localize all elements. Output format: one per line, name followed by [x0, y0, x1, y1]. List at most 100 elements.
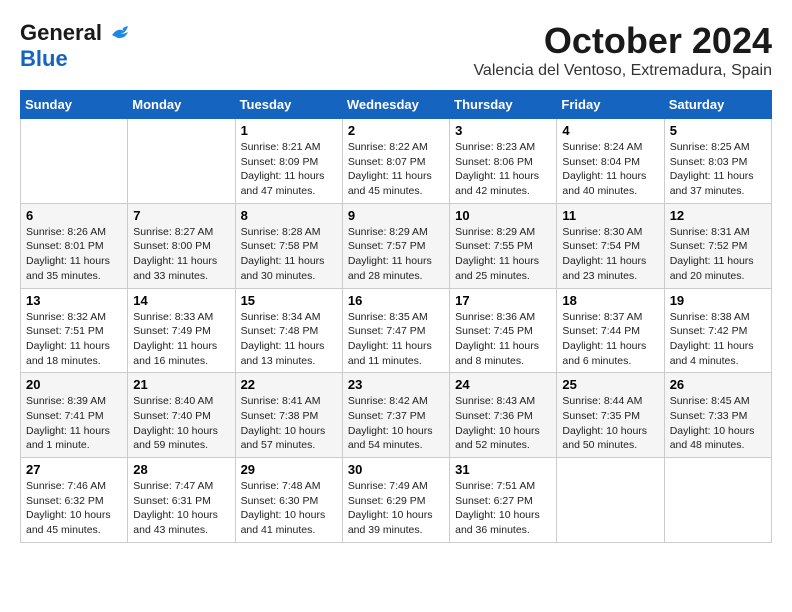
title-section: October 2024 Valencia del Ventoso, Extre…: [473, 20, 772, 80]
day-info: Sunrise: 8:29 AMSunset: 7:55 PMDaylight:…: [455, 225, 551, 284]
day-info: Sunrise: 8:43 AMSunset: 7:36 PMDaylight:…: [455, 394, 551, 453]
day-number: 29: [241, 462, 337, 477]
day-number: 11: [562, 208, 658, 223]
weekday-header-saturday: Saturday: [664, 91, 771, 119]
calendar-cell: 13 Sunrise: 8:32 AMSunset: 7:51 PMDayligh…: [21, 288, 128, 373]
day-number: 9: [348, 208, 444, 223]
day-number: 17: [455, 293, 551, 308]
day-info: Sunrise: 8:33 AMSunset: 7:49 PMDaylight:…: [133, 310, 229, 369]
logo-text: General: [20, 20, 132, 46]
calendar-cell: 11 Sunrise: 8:30 AMSunset: 7:54 PMDayligh…: [557, 203, 664, 288]
weekday-header-sunday: Sunday: [21, 91, 128, 119]
day-number: 10: [455, 208, 551, 223]
calendar-table: SundayMondayTuesdayWednesdayThursdayFrid…: [20, 90, 772, 543]
day-info: Sunrise: 8:23 AMSunset: 8:06 PMDaylight:…: [455, 140, 551, 199]
day-number: 21: [133, 377, 229, 392]
day-number: 22: [241, 377, 337, 392]
day-info: Sunrise: 8:36 AMSunset: 7:45 PMDaylight:…: [455, 310, 551, 369]
calendar-cell: 18 Sunrise: 8:37 AMSunset: 7:44 PMDayligh…: [557, 288, 664, 373]
calendar-week-row: 6 Sunrise: 8:26 AMSunset: 8:01 PMDaylight…: [21, 203, 772, 288]
calendar-cell: 14Sunrise: 8:33 AMSunset: 7:49 PMDayligh…: [128, 288, 235, 373]
calendar-cell: 1 Sunrise: 8:21 AMSunset: 8:09 PMDaylight…: [235, 119, 342, 204]
day-info: Sunrise: 8:27 AMSunset: 8:00 PMDaylight:…: [133, 225, 229, 284]
location-title: Valencia del Ventoso, Extremadura, Spain: [473, 62, 772, 80]
calendar-cell: 15Sunrise: 8:34 AMSunset: 7:48 PMDayligh…: [235, 288, 342, 373]
day-info: Sunrise: 8:45 AMSunset: 7:33 PMDaylight:…: [670, 394, 766, 453]
calendar-cell: [21, 119, 128, 204]
day-number: 3: [455, 123, 551, 138]
day-info: Sunrise: 8:39 AMSunset: 7:41 PMDaylight:…: [26, 394, 122, 453]
weekday-header-friday: Friday: [557, 91, 664, 119]
calendar-cell: 25Sunrise: 8:44 AMSunset: 7:35 PMDayligh…: [557, 373, 664, 458]
calendar-cell: 5Sunrise: 8:25 AMSunset: 8:03 PMDaylight…: [664, 119, 771, 204]
day-number: 5: [670, 123, 766, 138]
day-info: Sunrise: 8:22 AMSunset: 8:07 PMDaylight:…: [348, 140, 444, 199]
calendar-week-row: 1 Sunrise: 8:21 AMSunset: 8:09 PMDaylight…: [21, 119, 772, 204]
calendar-cell: 17 Sunrise: 8:36 AMSunset: 7:45 PMDayligh…: [450, 288, 557, 373]
day-info: Sunrise: 7:49 AMSunset: 6:29 PMDaylight:…: [348, 479, 444, 538]
day-number: 1: [241, 123, 337, 138]
calendar-cell: 4 Sunrise: 8:24 AMSunset: 8:04 PMDaylight…: [557, 119, 664, 204]
weekday-header-monday: Monday: [128, 91, 235, 119]
weekday-header-thursday: Thursday: [450, 91, 557, 119]
calendar-week-row: 13 Sunrise: 8:32 AMSunset: 7:51 PMDayligh…: [21, 288, 772, 373]
calendar-cell: [664, 458, 771, 543]
day-info: Sunrise: 8:38 AMSunset: 7:42 PMDaylight:…: [670, 310, 766, 369]
day-number: 7: [133, 208, 229, 223]
calendar-cell: 16 Sunrise: 8:35 AMSunset: 7:47 PMDayligh…: [342, 288, 449, 373]
day-info: Sunrise: 8:32 AMSunset: 7:51 PMDaylight:…: [26, 310, 122, 369]
day-info: Sunrise: 8:30 AMSunset: 7:54 PMDaylight:…: [562, 225, 658, 284]
day-info: Sunrise: 8:24 AMSunset: 8:04 PMDaylight:…: [562, 140, 658, 199]
day-info: Sunrise: 8:40 AMSunset: 7:40 PMDaylight:…: [133, 394, 229, 453]
day-number: 8: [241, 208, 337, 223]
calendar-cell: 2 Sunrise: 8:22 AMSunset: 8:07 PMDaylight…: [342, 119, 449, 204]
day-info: Sunrise: 7:51 AMSunset: 6:27 PMDaylight:…: [455, 479, 551, 538]
day-number: 13: [26, 293, 122, 308]
month-title: October 2024: [473, 20, 772, 62]
calendar-cell: 6 Sunrise: 8:26 AMSunset: 8:01 PMDaylight…: [21, 203, 128, 288]
calendar-cell: 22 Sunrise: 8:41 AMSunset: 7:38 PMDayligh…: [235, 373, 342, 458]
calendar-cell: 20 Sunrise: 8:39 AMSunset: 7:41 PMDayligh…: [21, 373, 128, 458]
day-number: 6: [26, 208, 122, 223]
calendar-cell: 3 Sunrise: 8:23 AMSunset: 8:06 PMDaylight…: [450, 119, 557, 204]
day-info: Sunrise: 8:37 AMSunset: 7:44 PMDaylight:…: [562, 310, 658, 369]
day-info: Sunrise: 8:31 AMSunset: 7:52 PMDaylight:…: [670, 225, 766, 284]
day-number: 15: [241, 293, 337, 308]
day-info: Sunrise: 8:42 AMSunset: 7:37 PMDaylight:…: [348, 394, 444, 453]
day-number: 18: [562, 293, 658, 308]
day-info: Sunrise: 7:46 AMSunset: 6:32 PMDaylight:…: [26, 479, 122, 538]
calendar-cell: 27 Sunrise: 7:46 AMSunset: 6:32 PMDayligh…: [21, 458, 128, 543]
calendar-cell: 30Sunrise: 7:49 AMSunset: 6:29 PMDayligh…: [342, 458, 449, 543]
day-number: 23: [348, 377, 444, 392]
day-number: 2: [348, 123, 444, 138]
day-info: Sunrise: 7:47 AMSunset: 6:31 PMDaylight:…: [133, 479, 229, 538]
calendar-cell: [557, 458, 664, 543]
day-number: 27: [26, 462, 122, 477]
day-info: Sunrise: 8:26 AMSunset: 8:01 PMDaylight:…: [26, 225, 122, 284]
calendar-cell: 8 Sunrise: 8:28 AMSunset: 7:58 PMDaylight…: [235, 203, 342, 288]
day-number: 16: [348, 293, 444, 308]
calendar-cell: 7 Sunrise: 8:27 AMSunset: 8:00 PMDaylight…: [128, 203, 235, 288]
logo-blue-text: Blue: [20, 46, 68, 71]
calendar-cell: 28Sunrise: 7:47 AMSunset: 6:31 PMDayligh…: [128, 458, 235, 543]
day-number: 24: [455, 377, 551, 392]
day-number: 20: [26, 377, 122, 392]
calendar-week-row: 27 Sunrise: 7:46 AMSunset: 6:32 PMDayligh…: [21, 458, 772, 543]
calendar-cell: [128, 119, 235, 204]
day-info: Sunrise: 8:41 AMSunset: 7:38 PMDaylight:…: [241, 394, 337, 453]
day-number: 4: [562, 123, 658, 138]
calendar-cell: 31Sunrise: 7:51 AMSunset: 6:27 PMDayligh…: [450, 458, 557, 543]
calendar-cell: 29Sunrise: 7:48 AMSunset: 6:30 PMDayligh…: [235, 458, 342, 543]
day-number: 12: [670, 208, 766, 223]
calendar-cell: 23 Sunrise: 8:42 AMSunset: 7:37 PMDayligh…: [342, 373, 449, 458]
calendar-week-row: 20 Sunrise: 8:39 AMSunset: 7:41 PMDayligh…: [21, 373, 772, 458]
day-number: 25: [562, 377, 658, 392]
page-header: General Blue October 2024 Valencia del V…: [20, 20, 772, 80]
day-info: Sunrise: 8:28 AMSunset: 7:58 PMDaylight:…: [241, 225, 337, 284]
weekday-header-wednesday: Wednesday: [342, 91, 449, 119]
day-number: 26: [670, 377, 766, 392]
day-info: Sunrise: 8:35 AMSunset: 7:47 PMDaylight:…: [348, 310, 444, 369]
calendar-cell: 26 Sunrise: 8:45 AMSunset: 7:33 PMDayligh…: [664, 373, 771, 458]
day-info: Sunrise: 8:21 AMSunset: 8:09 PMDaylight:…: [241, 140, 337, 199]
calendar-cell: 10 Sunrise: 8:29 AMSunset: 7:55 PMDayligh…: [450, 203, 557, 288]
